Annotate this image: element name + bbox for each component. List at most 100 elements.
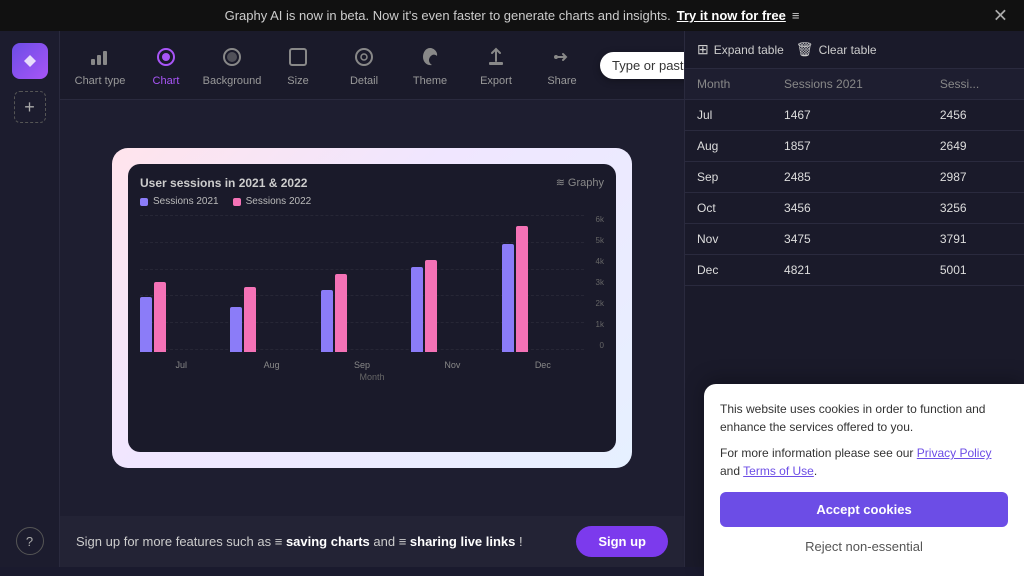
cookie-banner: This website uses cookies in order to fu…	[704, 384, 1024, 576]
chart-type-icon	[86, 43, 114, 71]
accept-cookies-button[interactable]: Accept cookies	[720, 492, 1008, 527]
cell-s2022: 2456	[928, 100, 1024, 131]
help-button[interactable]: ?	[16, 527, 44, 555]
size-label: Size	[287, 75, 308, 87]
cell-s2021: 3475	[772, 224, 928, 255]
reject-cookies-button[interactable]: Reject non-essential	[720, 533, 1008, 560]
left-sidebar: + ?	[0, 31, 60, 567]
signup-text: Sign up for more features such as ≡ savi…	[76, 534, 523, 549]
cookie-privacy-link[interactable]: Privacy Policy	[917, 446, 992, 460]
chart-icon	[152, 43, 180, 71]
bar-nov-2021	[411, 267, 423, 352]
signup-text-prefix: Sign up for more features such as	[76, 534, 271, 549]
x-label-aug: Aug	[230, 360, 312, 370]
cell-s2021: 2485	[772, 162, 928, 193]
toolbar-chart-type[interactable]: Chart type	[68, 37, 132, 93]
cookie-body2: For more information please see our Priv…	[720, 444, 1008, 480]
cell-s2022: 2649	[928, 131, 1024, 162]
bar-group-aug	[230, 287, 312, 352]
detail-label: Detail	[350, 75, 378, 87]
cell-s2021: 1467	[772, 100, 928, 131]
clear-table-button[interactable]: 🗑 Clear table	[796, 41, 877, 58]
y-labels: 6k 5k 4k 3k 2k 1k 0	[596, 215, 604, 350]
toolbar-chart[interactable]: Chart	[134, 37, 198, 93]
table-row: Sep 2485 2987	[685, 162, 1024, 193]
cell-s2022: 3256	[928, 193, 1024, 224]
share-icon	[548, 43, 576, 71]
cell-s2021: 4821	[772, 255, 928, 286]
export-label: Export	[480, 75, 512, 87]
toolbar-share[interactable]: Share	[530, 37, 594, 93]
cell-s2022: 3791	[928, 224, 1024, 255]
table-row: Jul 1467 2456	[685, 100, 1024, 131]
paste-tooltip: Type or paste your data	[600, 52, 684, 79]
col-header-month: Month	[685, 69, 772, 100]
toolbar-theme[interactable]: Theme	[398, 37, 462, 93]
cookie-period: .	[814, 464, 817, 478]
clear-table-label: Clear table	[819, 43, 877, 57]
bar-chart: Jul Aug Sep Nov Dec	[140, 235, 584, 370]
legend-dot-2022	[233, 198, 241, 206]
cell-s2021: 1857	[772, 131, 928, 162]
toolbar: Chart type Chart Backgro	[60, 31, 684, 100]
signup-feature2: sharing live links	[410, 534, 516, 549]
signup-icon2: ≡	[399, 534, 410, 549]
bar-dec-2021	[502, 244, 514, 352]
signup-text-suffix: !	[519, 534, 523, 549]
chart-label: Chart	[153, 75, 180, 87]
bar-nov-2022	[425, 260, 437, 352]
clear-table-icon: 🗑	[796, 41, 814, 58]
center-panel: Chart type Chart Backgro	[60, 31, 684, 567]
table-row: Nov 3475 3791	[685, 224, 1024, 255]
x-label-dec: Dec	[502, 360, 584, 370]
toolbar-background[interactable]: Background	[200, 37, 264, 93]
banner-cta[interactable]: Try it now for free	[677, 8, 786, 23]
chart-area: User sessions in 2021 & 2022 ≋Graphy Ses…	[60, 100, 684, 516]
x-label-sep: Sep	[321, 360, 403, 370]
bar-group-jul	[140, 282, 222, 352]
signup-feature1: saving charts	[286, 534, 370, 549]
background-label: Background	[203, 75, 262, 87]
bar-dec-2022	[516, 226, 528, 352]
table-header-buttons: ⊞ Expand table 🗑 Clear table	[697, 41, 877, 58]
expand-table-button[interactable]: ⊞ Expand table	[697, 41, 784, 58]
signup-icon1: ≡	[275, 534, 286, 549]
toolbar-export[interactable]: Export	[464, 37, 528, 93]
legend-dot-2021	[140, 198, 148, 206]
share-label: Share	[547, 75, 576, 87]
table-row: Aug 1857 2649	[685, 131, 1024, 162]
table-row: Dec 4821 5001	[685, 255, 1024, 286]
table-header: ⊞ Expand table 🗑 Clear table	[685, 31, 1024, 69]
x-label-jul: Jul	[140, 360, 222, 370]
bar-aug-2022	[244, 287, 256, 352]
bar-jul-2021	[140, 297, 152, 352]
toolbar-size[interactable]: Size	[266, 37, 330, 93]
cell-month: Dec	[685, 255, 772, 286]
signup-bar: Sign up for more features such as ≡ savi…	[60, 516, 684, 567]
add-chart-button[interactable]: +	[14, 91, 46, 123]
cell-s2022: 5001	[928, 255, 1024, 286]
top-banner: Graphy AI is now in beta. Now it's even …	[0, 0, 1024, 31]
chart-logo: ≋Graphy	[556, 176, 604, 189]
bar-group-dec	[502, 226, 584, 352]
x-label-nov: Nov	[411, 360, 493, 370]
table-row: Oct 3456 3256	[685, 193, 1024, 224]
legend-label-2022: Sessions 2022	[246, 196, 312, 207]
banner-cta-icon: ≡	[792, 8, 800, 23]
banner-close-button[interactable]: ✕	[993, 5, 1008, 26]
cell-month: Nov	[685, 224, 772, 255]
signup-button[interactable]: Sign up	[576, 526, 668, 557]
legend-label-2021: Sessions 2021	[153, 196, 219, 207]
detail-icon	[350, 43, 378, 71]
cell-month: Aug	[685, 131, 772, 162]
x-labels: Jul Aug Sep Nov Dec	[140, 360, 584, 370]
cookie-terms-link[interactable]: Terms of Use	[743, 464, 814, 478]
cell-s2022: 2987	[928, 162, 1024, 193]
chart-legend: Sessions 2021 Sessions 2022	[140, 196, 604, 207]
theme-label: Theme	[413, 75, 447, 87]
chart-type-label: Chart type	[75, 75, 126, 87]
background-icon	[218, 43, 246, 71]
chart-title: User sessions in 2021 & 2022	[140, 176, 307, 190]
toolbar-detail[interactable]: Detail	[332, 37, 396, 93]
cell-month: Sep	[685, 162, 772, 193]
